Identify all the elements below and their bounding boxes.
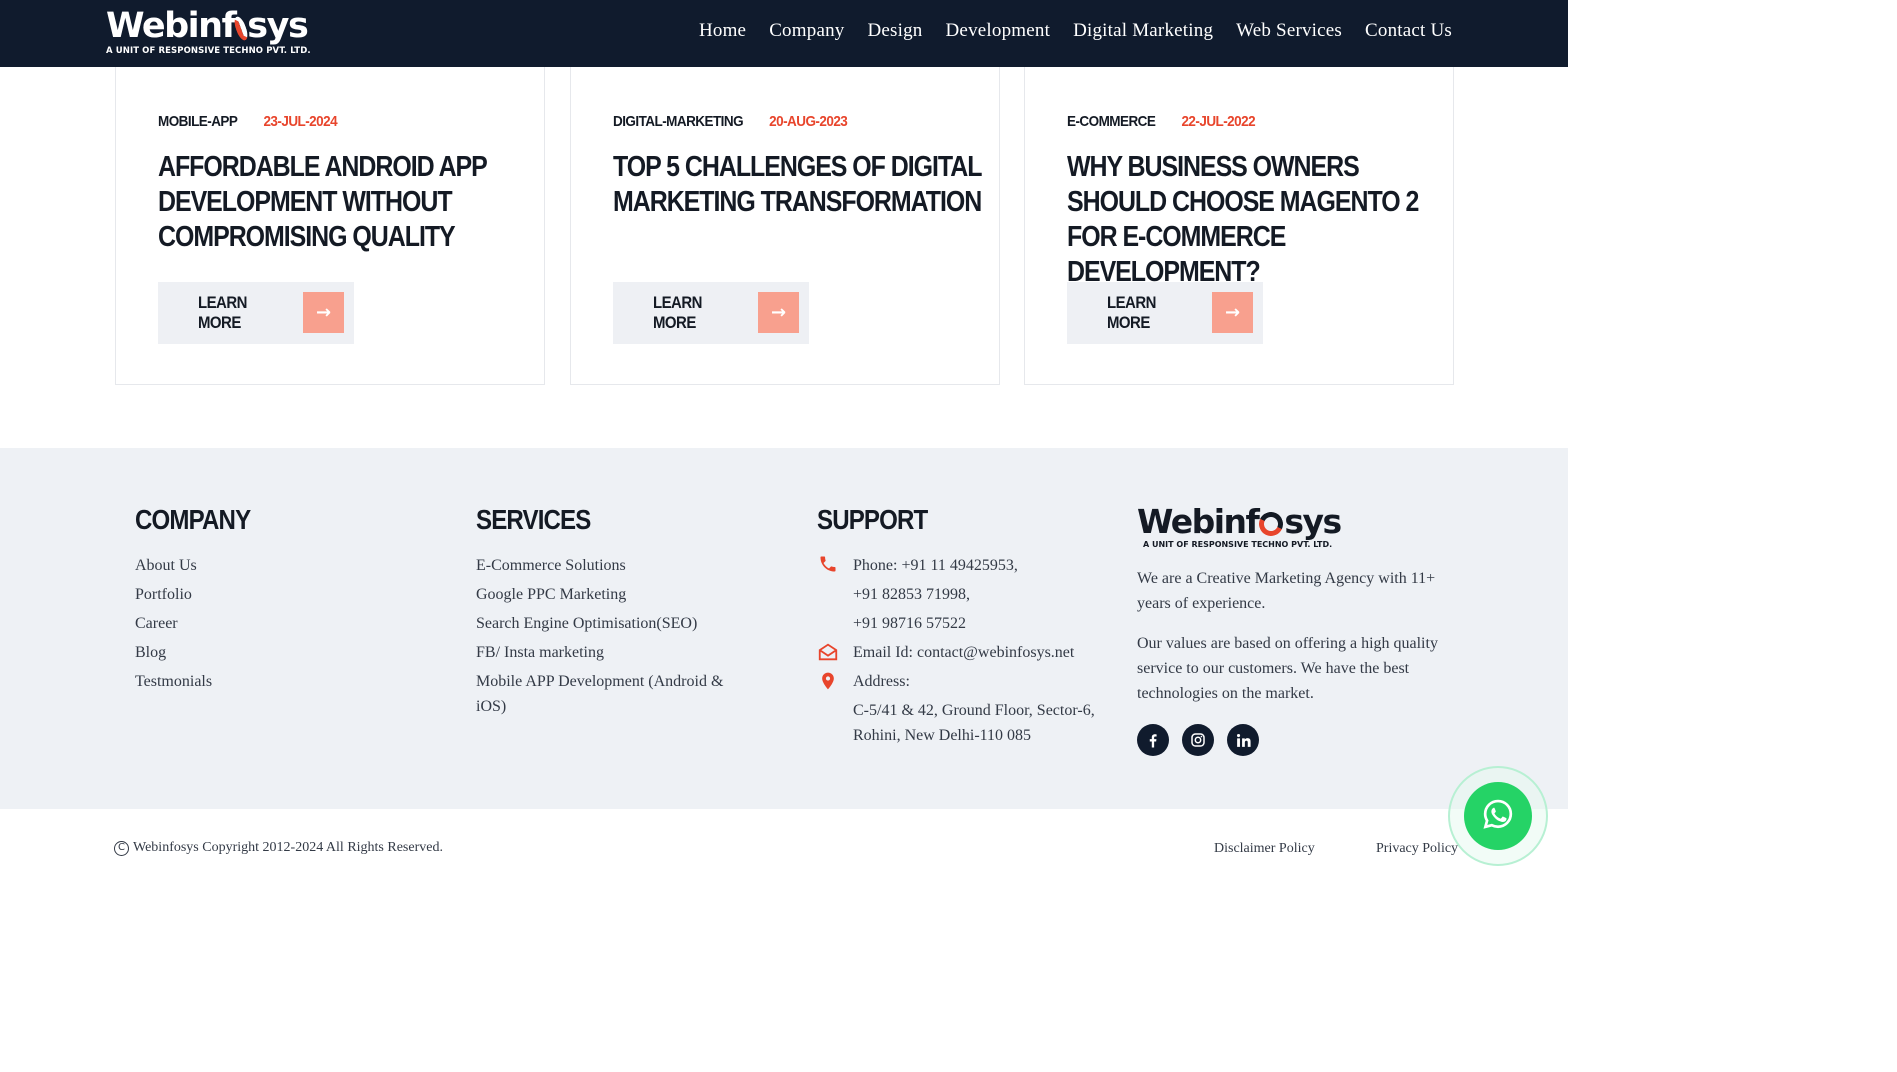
- arrow-right-icon: →: [1212, 292, 1253, 333]
- footer-logo[interactable]: Webinf sys A UNIT OF RESPONSIVE TECHNO PV…: [1137, 502, 1457, 550]
- main-nav: Home Company Design Development Digital …: [699, 20, 1452, 42]
- footer-company-column: COMPANY About Us Portfolio Career Blog T…: [135, 504, 269, 696]
- disclaimer-policy-link[interactable]: Disclaimer Policy: [1214, 841, 1315, 857]
- phone-icon: [817, 554, 839, 576]
- card-date: 20-AUG-2023: [769, 113, 848, 130]
- learn-more-button[interactable]: LEARN MORE →: [613, 282, 809, 344]
- location-pin-icon: [817, 670, 839, 692]
- instagram-icon[interactable]: [1182, 724, 1214, 756]
- footer-link-seo[interactable]: Search Engine Optimisation(SEO): [476, 609, 746, 638]
- card-category[interactable]: DIGITAL-MARKETING: [613, 113, 744, 130]
- nav-company[interactable]: Company: [769, 20, 844, 42]
- card-title[interactable]: TOP 5 CHALLENGES OF DIGITAL MARKETING TR…: [613, 150, 991, 220]
- footer-link-blog[interactable]: Blog: [135, 638, 269, 667]
- learn-more-label: LEARN MORE: [653, 293, 702, 332]
- support-address: C-5/41 & 42, Ground Floor, Sector-6, Roh…: [853, 702, 1095, 744]
- card-date: 23-JUL-2024: [263, 113, 338, 130]
- nav-design[interactable]: Design: [867, 20, 922, 42]
- support-phone-2[interactable]: +91 82853 71998,: [817, 580, 1097, 609]
- logo-wordmark: Webinf sys: [106, 6, 309, 46]
- site-header: Webinf sys A UNIT OF RESPONSIVE TECHNO PV…: [0, 0, 1568, 67]
- whatsapp-icon: [1480, 796, 1516, 837]
- nav-development[interactable]: Development: [946, 20, 1051, 42]
- footer-support-column: SUPPORT Phone: +91 11 49425953, +91 8285…: [817, 504, 1097, 748]
- support-phone[interactable]: Phone: +91 11 49425953,: [817, 551, 1097, 580]
- footer-link-career[interactable]: Career: [135, 609, 269, 638]
- footer-link-ecommerce[interactable]: E-Commerce Solutions: [476, 551, 746, 580]
- arrow-right-icon: →: [758, 292, 799, 333]
- footer-link-mobile-app[interactable]: Mobile APP Development (Android & iOS): [476, 669, 746, 719]
- nav-web-services[interactable]: Web Services: [1236, 20, 1342, 42]
- support-address-label: Address:: [853, 673, 910, 690]
- nav-contact-us[interactable]: Contact Us: [1365, 20, 1452, 42]
- facebook-icon[interactable]: [1137, 724, 1169, 756]
- copyright-text: Webinfosys Copyright 2012-2024 All Right…: [133, 840, 443, 855]
- linkedin-icon[interactable]: [1227, 724, 1259, 756]
- footer-heading: COMPANY: [135, 504, 251, 535]
- footer-heading: SUPPORT: [817, 504, 928, 535]
- footer-services-column: SERVICES E-Commerce Solutions Google PPC…: [476, 504, 746, 719]
- site-logo[interactable]: Webinf sys A UNIT OF RESPONSIVE TECHNO PV…: [106, 6, 311, 62]
- card-date: 22-JUL-2022: [1181, 113, 1256, 130]
- learn-more-label: LEARN MORE: [1107, 293, 1156, 332]
- blog-card: MOBILE-APP 23-JUL-2024 AFFORDABLE ANDROI…: [115, 67, 545, 385]
- support-phone-3[interactable]: +91 98716 57522: [817, 609, 1097, 638]
- support-address-label-row: Address:: [817, 667, 1097, 696]
- support-phone-1: Phone: +91 11 49425953,: [853, 557, 1018, 574]
- footer-logo-wordmark: Webinf sys: [1137, 502, 1342, 541]
- card-title[interactable]: WHY BUSINESS OWNERS SHOULD CHOOSE MAGENT…: [1067, 150, 1445, 290]
- card-category[interactable]: E-COMMERCE: [1067, 113, 1156, 130]
- arrow-right-icon: →: [303, 292, 344, 333]
- nav-home[interactable]: Home: [699, 20, 746, 42]
- privacy-policy-link[interactable]: Privacy Policy: [1376, 841, 1458, 857]
- about-text-2: Our values are based on offering a high …: [1137, 635, 1438, 702]
- footer-link-ppc[interactable]: Google PPC Marketing: [476, 580, 746, 609]
- copyright-icon: C: [114, 840, 129, 856]
- learn-more-button[interactable]: LEARN MORE →: [158, 282, 354, 344]
- social-links: [1137, 724, 1457, 756]
- support-email-text: Email Id: contact@webinfosys.net: [853, 644, 1075, 661]
- site-footer: COMPANY About Us Portfolio Career Blog T…: [0, 448, 1568, 809]
- footer-link-about-us[interactable]: About Us: [135, 551, 269, 580]
- support-email[interactable]: Email Id: contact@webinfosys.net: [817, 638, 1097, 667]
- card-meta: E-COMMERCE 22-JUL-2022: [1067, 113, 1256, 130]
- footer-logo-tagline: A UNIT OF RESPONSIVE TECHNO PVT. LTD.: [1143, 540, 1333, 549]
- nav-digital-marketing[interactable]: Digital Marketing: [1073, 20, 1213, 42]
- logo-tagline: A UNIT OF RESPONSIVE TECHNO PVT. LTD.: [106, 46, 311, 56]
- footer-link-portfolio[interactable]: Portfolio: [135, 580, 269, 609]
- card-meta: DIGITAL-MARKETING 20-AUG-2023: [613, 113, 848, 130]
- learn-more-button[interactable]: LEARN MORE →: [1067, 282, 1263, 344]
- learn-more-label: LEARN MORE: [198, 293, 247, 332]
- whatsapp-button[interactable]: [1464, 782, 1532, 850]
- blog-card: DIGITAL-MARKETING 20-AUG-2023 TOP 5 CHAL…: [570, 67, 1000, 385]
- footer-about-column: Webinf sys A UNIT OF RESPONSIVE TECHNO PV…: [1137, 504, 1457, 756]
- card-category[interactable]: MOBILE-APP: [158, 113, 238, 130]
- copyright: C Webinfosys Copyright 2012-2024 All Rig…: [114, 840, 443, 856]
- blog-card: E-COMMERCE 22-JUL-2022 WHY BUSINESS OWNE…: [1024, 67, 1454, 385]
- footer-link-social-marketing[interactable]: FB/ Insta marketing: [476, 638, 746, 667]
- footer-heading: SERVICES: [476, 504, 591, 535]
- card-meta: MOBILE-APP 23-JUL-2024: [158, 113, 338, 130]
- envelope-open-icon: [817, 641, 839, 663]
- about-text-1: We are a Creative Marketing Agency with …: [1137, 570, 1436, 612]
- logo-swirl-icon: [1256, 508, 1287, 540]
- footer-link-testimonials[interactable]: Testmonials: [135, 667, 269, 696]
- card-title[interactable]: AFFORDABLE ANDROID APP DEVELOPMENT WITHO…: [158, 150, 536, 255]
